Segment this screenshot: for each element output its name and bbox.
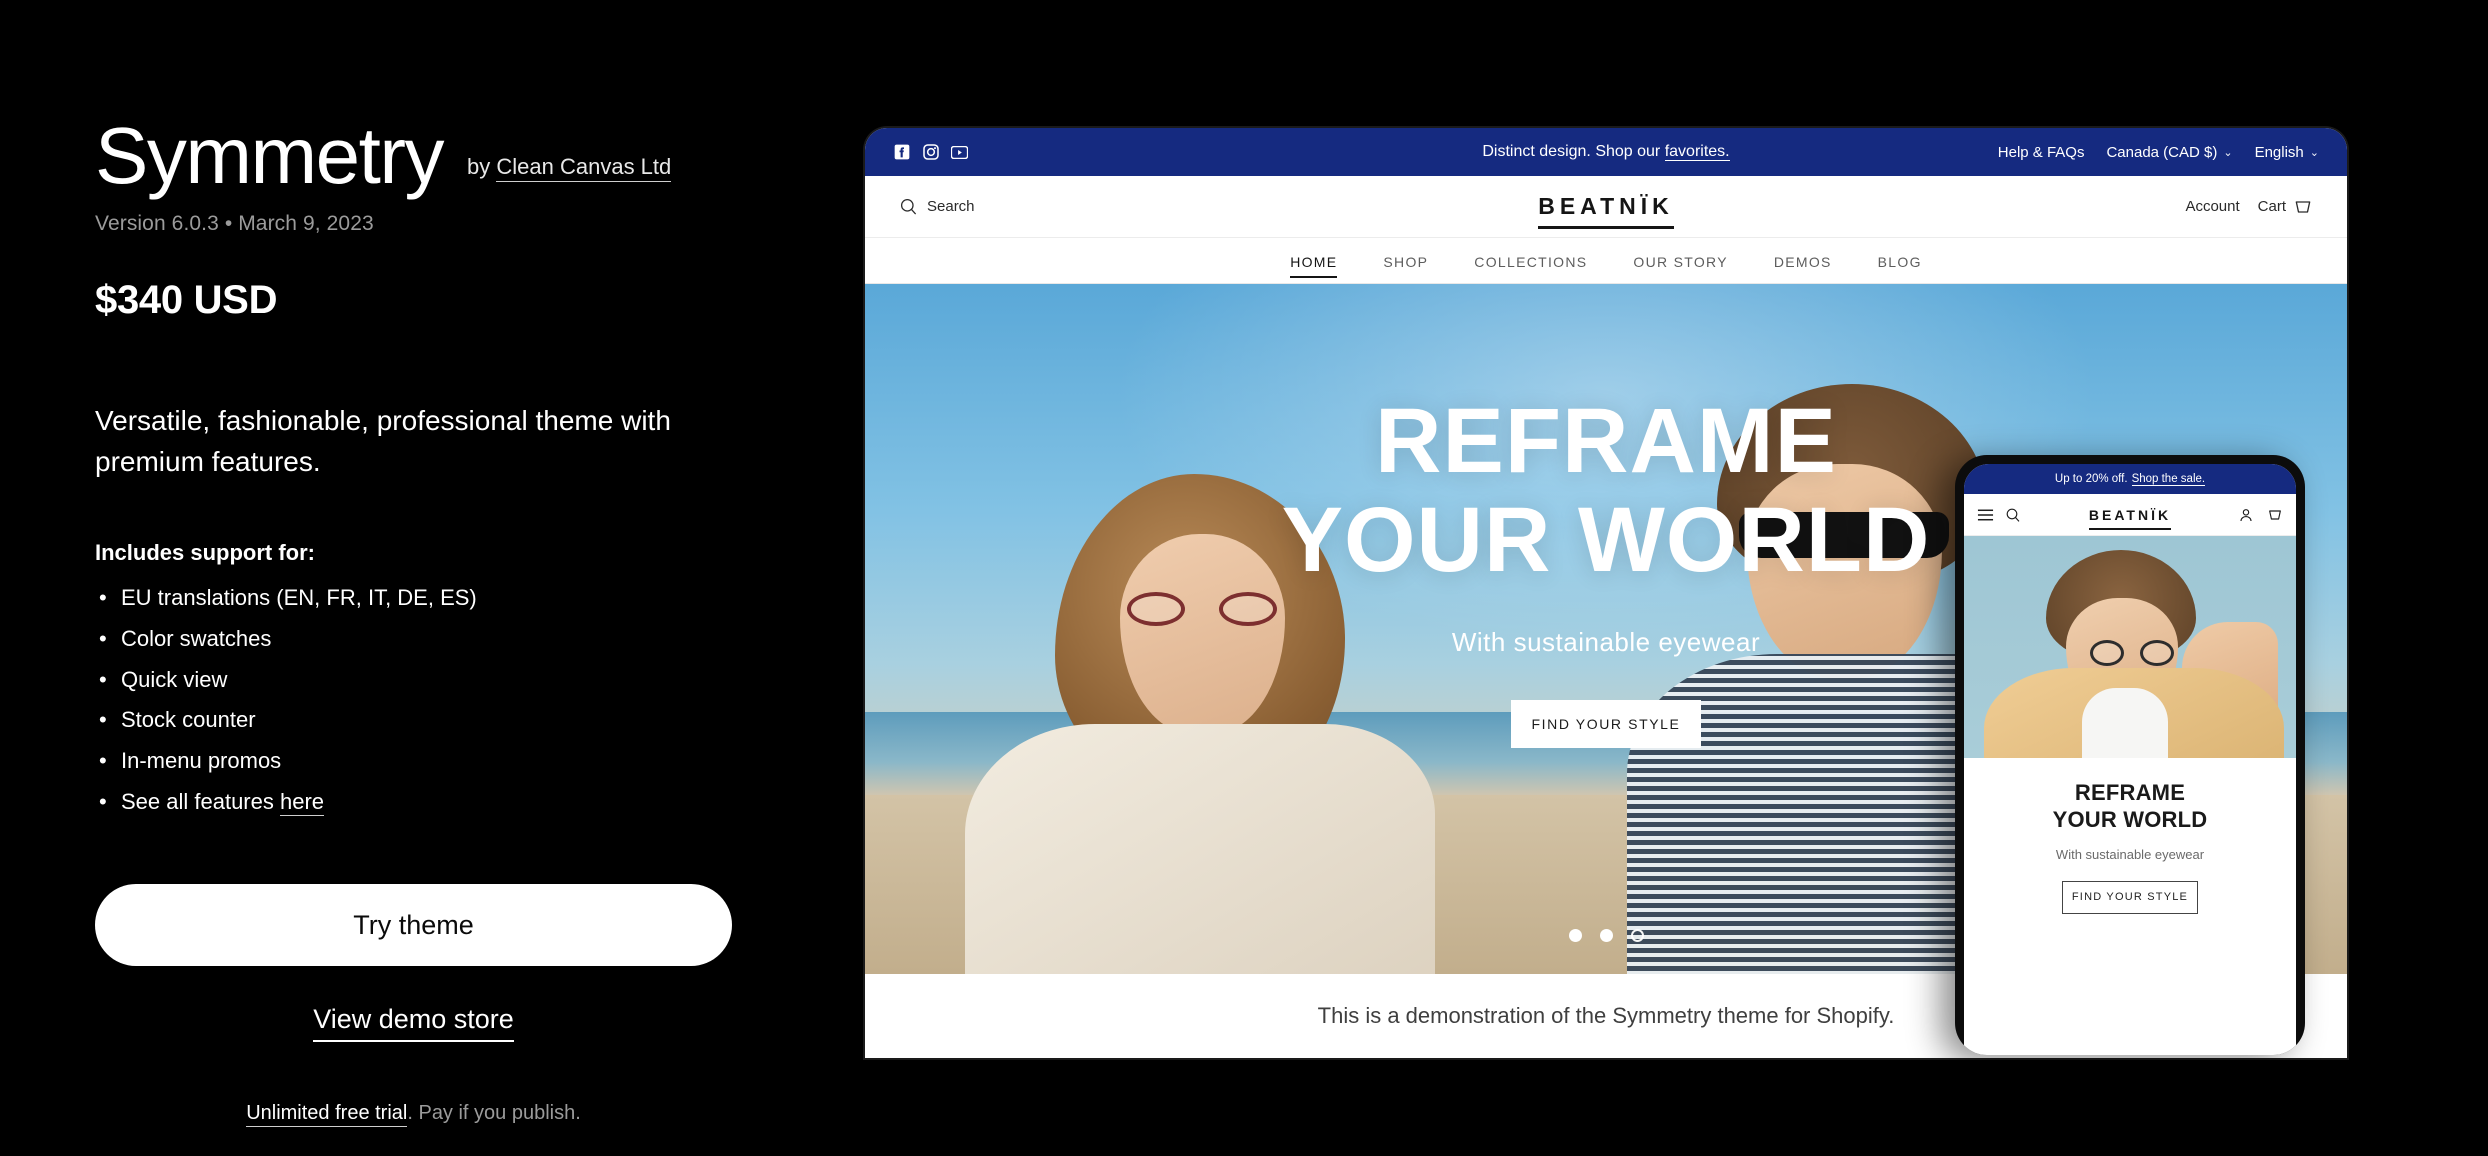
byline: by Clean Canvas Ltd bbox=[467, 154, 672, 194]
nav-item-demos[interactable]: DEMOS bbox=[1751, 242, 1855, 280]
mobile-preview-mockup: Up to 20% off. Shop the sale. BEATNÏK RE… bbox=[1955, 455, 2305, 1055]
by-prefix: by bbox=[467, 154, 491, 179]
main-navigation: HOME SHOP COLLECTIONS OUR STORY DEMOS BL… bbox=[865, 238, 2347, 284]
language-selector[interactable]: English ⌄ bbox=[2255, 144, 2319, 161]
nav-item-collections[interactable]: COLLECTIONS bbox=[1451, 242, 1610, 280]
help-faqs-link[interactable]: Help & FAQs bbox=[1998, 144, 2085, 161]
mobile-announcement-bar: Up to 20% off. Shop the sale. bbox=[1964, 464, 2296, 494]
header-utilities: Account Cart bbox=[2185, 197, 2313, 217]
feature-text: EU translations (EN, FR, IT, DE, ES) bbox=[121, 585, 477, 611]
mobile-model-tee bbox=[2082, 688, 2168, 758]
cart-icon[interactable] bbox=[2267, 507, 2283, 523]
feature-text: Quick view bbox=[121, 666, 228, 692]
list-item: Quick view bbox=[95, 660, 855, 701]
mobile-hero-subtitle: With sustainable eyewear bbox=[2055, 846, 2205, 862]
mobile-header-right bbox=[2238, 507, 2283, 523]
sunglasses-icon bbox=[1739, 512, 1949, 558]
social-links bbox=[893, 144, 968, 161]
mobile-hero-content: REFRAME YOUR WORLD With sustainable eyew… bbox=[1964, 758, 2296, 914]
trial-note-text: . Pay if you publish. bbox=[407, 1102, 581, 1125]
store-logo[interactable]: BEATNÏK bbox=[865, 193, 2347, 229]
announcement-text: Distinct design. Shop our bbox=[1482, 143, 1665, 160]
facebook-icon[interactable] bbox=[893, 144, 910, 161]
carousel-dots bbox=[865, 929, 2347, 942]
try-theme-button[interactable]: Try theme bbox=[95, 884, 732, 967]
mobile-hero-heading-line2: YOUR WORLD bbox=[2052, 806, 2208, 832]
cart-label: Cart bbox=[2257, 198, 2286, 215]
page-title: Symmetry bbox=[95, 111, 445, 200]
carousel-dot-1[interactable] bbox=[1568, 929, 1582, 942]
view-demo-store-link[interactable]: View demo store bbox=[313, 1004, 514, 1043]
eyeglasses-icon bbox=[1127, 592, 1277, 626]
carousel-dot-2[interactable] bbox=[1599, 929, 1613, 942]
chevron-down-icon: ⌄ bbox=[2309, 146, 2319, 159]
nav-item-blog[interactable]: BLOG bbox=[1855, 242, 1945, 280]
feature-text: In-menu promos bbox=[121, 747, 282, 773]
all-features-link[interactable]: here bbox=[279, 788, 325, 816]
nav-item-shop[interactable]: SHOP bbox=[1360, 242, 1451, 280]
instagram-icon[interactable] bbox=[922, 144, 939, 161]
mobile-find-your-style-button[interactable]: FIND YOUR STYLE bbox=[2062, 880, 2198, 914]
mobile-announcement-text: Up to 20% off. bbox=[2054, 473, 2128, 485]
feature-text: Color swatches bbox=[121, 625, 272, 651]
list-item: In-menu promos bbox=[95, 741, 855, 782]
youtube-icon[interactable] bbox=[951, 144, 968, 161]
theme-detail-page: Symmetry by Clean Canvas Ltd Version 6.0… bbox=[0, 0, 2488, 1156]
title-row: Symmetry by Clean Canvas Ltd bbox=[95, 111, 855, 200]
nav-item-home[interactable]: HOME bbox=[1267, 242, 1360, 280]
list-item: EU translations (EN, FR, IT, DE, ES) bbox=[95, 578, 855, 619]
nav-item-our-story[interactable]: OUR STORY bbox=[1610, 242, 1750, 280]
store-header: Search BEATNÏK Account Cart bbox=[865, 176, 2347, 238]
theme-info-panel: Symmetry by Clean Canvas Ltd Version 6.0… bbox=[95, 111, 855, 1128]
list-item: Stock counter bbox=[95, 700, 855, 741]
woman-face bbox=[1120, 534, 1285, 734]
currency-label: Canada (CAD $) bbox=[2106, 143, 2218, 161]
favorites-link[interactable]: favorites. bbox=[1664, 143, 1730, 161]
includes-heading: Includes support for: bbox=[95, 540, 315, 566]
feature-text: Stock counter bbox=[121, 707, 256, 733]
currency-selector[interactable]: Canada (CAD $) ⌄ bbox=[2106, 144, 2232, 161]
announcement-utilities: Help & FAQs Canada (CAD $) ⌄ English ⌄ bbox=[1998, 144, 2319, 161]
cart-link[interactable]: Cart bbox=[2258, 197, 2313, 217]
list-item: Color swatches bbox=[95, 619, 855, 660]
mobile-hero-image bbox=[1964, 536, 2296, 758]
language-label: English bbox=[2254, 143, 2304, 161]
account-link[interactable]: Account bbox=[2185, 198, 2239, 215]
find-your-style-button[interactable]: FIND YOUR STYLE bbox=[1511, 699, 1701, 748]
version-date-text: Version 6.0.3 • March 9, 2023 bbox=[95, 212, 374, 235]
chevron-down-icon: ⌄ bbox=[2223, 146, 2233, 159]
phone-screen: Up to 20% off. Shop the sale. BEATNÏK RE… bbox=[1964, 464, 2296, 1055]
feature-text: See all features bbox=[121, 788, 280, 814]
demo-link-wrap: View demo store bbox=[95, 1004, 732, 1043]
theme-price: $340 USD bbox=[95, 278, 278, 322]
theme-description: Versatile, fashionable, professional the… bbox=[95, 405, 671, 477]
man-face bbox=[1747, 464, 1942, 679]
cart-icon bbox=[2293, 197, 2313, 217]
mobile-header: BEATNÏK bbox=[1964, 494, 2296, 536]
feature-list: EU translations (EN, FR, IT, DE, ES) Col… bbox=[95, 578, 855, 822]
carousel-dot-3[interactable] bbox=[1630, 929, 1644, 942]
mobile-hero-heading-line1: REFRAME bbox=[2074, 780, 2186, 805]
vendor-link[interactable]: Clean Canvas Ltd bbox=[496, 154, 672, 182]
eyeglasses-icon bbox=[2090, 640, 2174, 666]
trial-note: Unlimited free trial. Pay if you publish… bbox=[95, 1102, 732, 1128]
announcement-bar: Distinct design. Shop our favorites. Hel… bbox=[865, 128, 2347, 176]
shop-the-sale-link[interactable]: Shop the sale. bbox=[2131, 473, 2206, 486]
account-icon[interactable] bbox=[2238, 507, 2254, 523]
list-item: See all features here bbox=[95, 782, 855, 823]
model-woman-figure bbox=[935, 464, 1495, 974]
unlimited-free-trial-link[interactable]: Unlimited free trial bbox=[246, 1102, 408, 1128]
